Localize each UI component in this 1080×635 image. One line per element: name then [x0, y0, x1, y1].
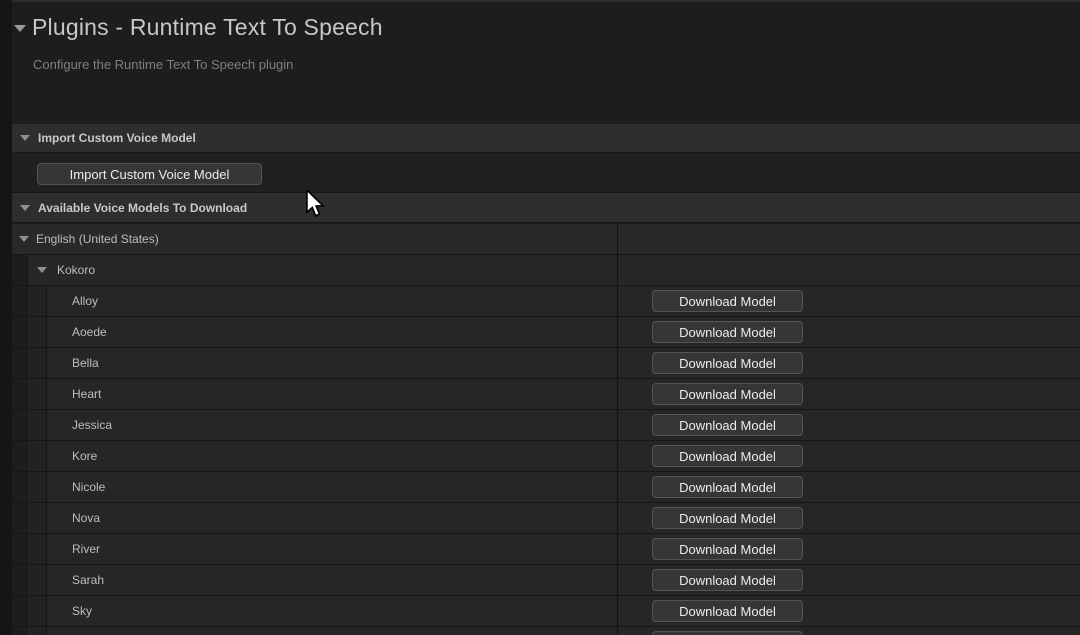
section-expander-icon[interactable] — [20, 135, 30, 141]
indent-guide — [12, 503, 28, 533]
download-model-button[interactable]: Download Model — [652, 538, 803, 560]
column-splitter[interactable] — [617, 286, 618, 316]
indent-guide — [29, 503, 47, 533]
download-model-button[interactable] — [652, 631, 803, 635]
voice-name: Jessica — [72, 418, 112, 432]
column-splitter[interactable] — [617, 317, 618, 347]
model-group-label: Kokoro — [57, 263, 95, 277]
indent-guide — [29, 596, 47, 626]
indent-guide — [12, 286, 28, 316]
model-group-row-kokoro[interactable]: Kokoro — [12, 255, 1080, 286]
voice-row[interactable]: River Download Model — [12, 534, 1080, 565]
column-splitter[interactable] — [617, 348, 618, 378]
download-model-button[interactable]: Download Model — [652, 569, 803, 591]
column-splitter[interactable] — [617, 596, 618, 626]
indent-guide — [12, 255, 28, 285]
indent-guide — [29, 286, 47, 316]
download-model-button[interactable]: Download Model — [652, 414, 803, 436]
page-title: Plugins - Runtime Text To Speech — [32, 14, 383, 41]
section-header-available-voice-models[interactable]: Available Voice Models To Download — [12, 193, 1080, 223]
voice-row[interactable]: Bella Download Model — [12, 348, 1080, 379]
voice-row[interactable]: Aoede Download Model — [12, 317, 1080, 348]
download-model-button[interactable]: Download Model — [652, 445, 803, 467]
voice-name: Aoede — [72, 325, 107, 339]
voice-row[interactable]: Kore Download Model — [12, 441, 1080, 472]
indent-guide — [12, 410, 28, 440]
plugin-settings-panel: Plugins - Runtime Text To Speech Configu… — [0, 0, 1080, 635]
voice-row[interactable]: Sarah Download Model — [12, 565, 1080, 596]
column-splitter[interactable] — [617, 565, 618, 595]
download-model-button[interactable]: Download Model — [652, 383, 803, 405]
indent-guide — [12, 565, 28, 595]
indent-guide — [12, 348, 28, 378]
indent-guide — [12, 596, 28, 626]
indent-guide — [29, 627, 47, 635]
group-expander-icon[interactable] — [37, 267, 47, 273]
voice-row-partial[interactable] — [12, 627, 1080, 635]
download-model-button[interactable]: Download Model — [652, 507, 803, 529]
indent-guide — [12, 627, 28, 635]
import-button-row: Import Custom Voice Model — [12, 153, 1080, 193]
indent-guide — [29, 317, 47, 347]
section-expander-icon[interactable] — [20, 205, 30, 211]
voice-row[interactable]: Nicole Download Model — [12, 472, 1080, 503]
column-splitter[interactable] — [617, 627, 618, 635]
download-model-button[interactable]: Download Model — [652, 290, 803, 312]
indent-guide — [12, 379, 28, 409]
section-header-import-custom-voice-model[interactable]: Import Custom Voice Model — [12, 124, 1080, 153]
page-subtitle: Configure the Runtime Text To Speech plu… — [33, 57, 293, 72]
column-splitter[interactable] — [617, 224, 618, 254]
column-splitter[interactable] — [617, 379, 618, 409]
column-splitter[interactable] — [617, 441, 618, 471]
voice-name: Alloy — [72, 294, 98, 308]
voice-name: Nicole — [72, 480, 105, 494]
download-model-button[interactable]: Download Model — [652, 321, 803, 343]
indent-guide — [29, 472, 47, 502]
voice-row[interactable]: Heart Download Model — [12, 379, 1080, 410]
voice-name: Sky — [72, 604, 92, 618]
import-custom-voice-model-button[interactable]: Import Custom Voice Model — [37, 163, 262, 185]
section-header-label: Available Voice Models To Download — [38, 201, 247, 215]
column-splitter[interactable] — [617, 503, 618, 533]
column-splitter[interactable] — [617, 472, 618, 502]
indent-guide — [29, 348, 47, 378]
voice-row[interactable]: Sky Download Model — [12, 596, 1080, 627]
indent-guide — [29, 441, 47, 471]
indent-guide — [29, 410, 47, 440]
language-expander-icon[interactable] — [19, 236, 29, 242]
voice-name: Kore — [72, 449, 97, 463]
indent-guide — [12, 472, 28, 502]
voice-row[interactable]: Jessica Download Model — [12, 410, 1080, 441]
voice-row[interactable]: Alloy Download Model — [12, 286, 1080, 317]
language-label: English (United States) — [36, 232, 159, 246]
voice-name: Nova — [72, 511, 100, 525]
indent-guide — [12, 441, 28, 471]
config-notice-bar: These settings are saved in DefaultGame.… — [0, 84, 1080, 116]
voice-name: Sarah — [72, 573, 104, 587]
download-model-button[interactable]: Download Model — [652, 352, 803, 374]
top-divider — [0, 0, 1080, 2]
language-row-english-united-states[interactable]: English (United States) — [12, 224, 1080, 255]
download-model-button[interactable]: Download Model — [652, 600, 803, 622]
indent-guide — [29, 379, 47, 409]
indent-guide — [29, 565, 47, 595]
indent-guide — [12, 534, 28, 564]
voice-row[interactable]: Nova Download Model — [12, 503, 1080, 534]
title-expander-icon[interactable] — [14, 25, 26, 32]
column-splitter[interactable] — [617, 534, 618, 564]
voice-name: Bella — [72, 356, 99, 370]
indent-guide — [12, 317, 28, 347]
section-header-label: Import Custom Voice Model — [38, 131, 196, 145]
column-splitter[interactable] — [617, 255, 618, 285]
voice-name: Heart — [72, 387, 101, 401]
download-model-button[interactable]: Download Model — [652, 476, 803, 498]
voice-name: River — [72, 542, 100, 556]
indent-guide — [29, 534, 47, 564]
column-splitter[interactable] — [617, 410, 618, 440]
